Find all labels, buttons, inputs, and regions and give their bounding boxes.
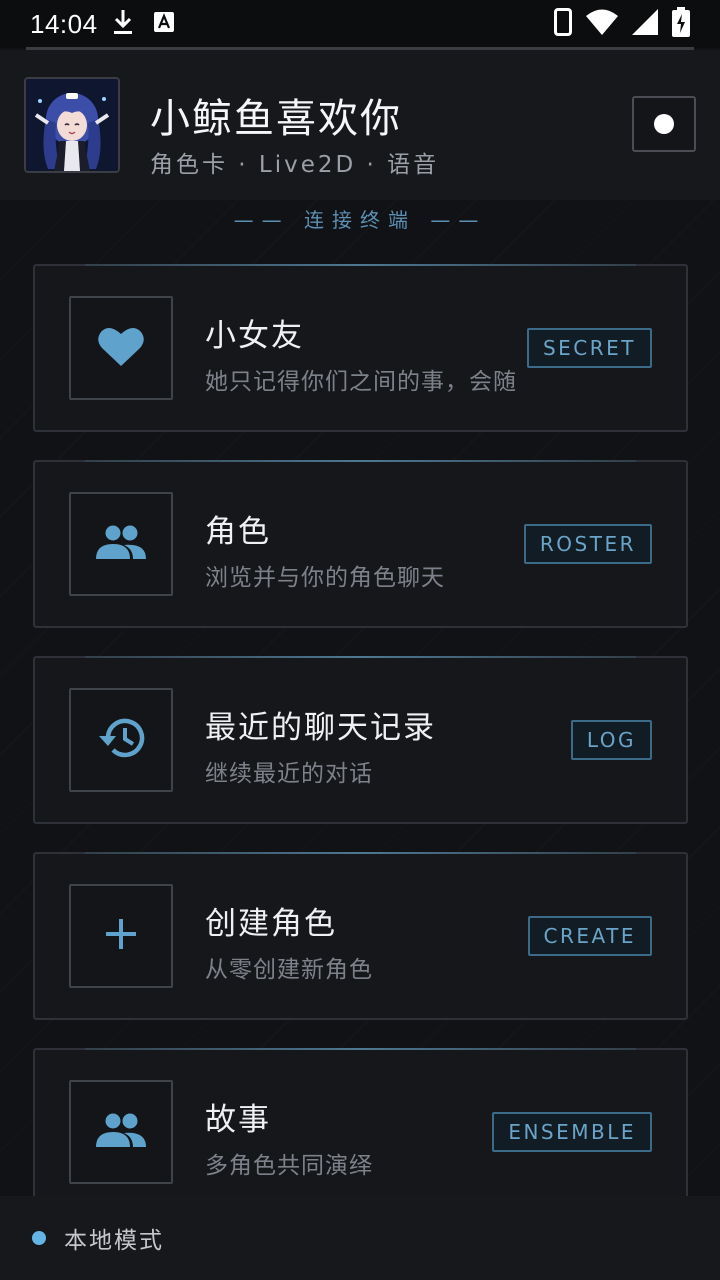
card-icon-box	[69, 1080, 173, 1184]
history-icon	[96, 715, 146, 765]
page-title: 小鲸鱼喜欢你	[150, 96, 402, 142]
people-icon	[96, 1113, 146, 1151]
card-icon-box	[69, 688, 173, 792]
section-label: —— 连接终端 ——	[233, 208, 487, 232]
card-description: 她只记得你们之间的事，会随	[205, 369, 517, 395]
card-icon-box	[69, 296, 173, 400]
page-subtitle: 角色卡 · Live2D · 语音	[150, 152, 440, 178]
card-girlfriend[interactable]: 小女友 她只记得你们之间的事，会随 SECRET	[33, 264, 688, 432]
card-badge: CREATE	[527, 916, 652, 956]
card-recent-chats[interactable]: 最近的聊天记录 继续最近的对话 LOG	[33, 656, 688, 824]
plus-icon	[104, 917, 138, 955]
card-title: 故事	[205, 1102, 271, 1138]
mode-label: 本地模式	[64, 1228, 164, 1254]
status-bar: 14:04	[0, 0, 720, 48]
card-story[interactable]: 故事 多角色共同演绎 ENSEMBLE	[33, 1048, 688, 1216]
dot-icon	[654, 114, 674, 134]
battery-charging-icon	[672, 7, 690, 41]
card-icon-box	[69, 492, 173, 596]
wifi-icon	[586, 9, 618, 39]
card-description: 浏览并与你的角色聊天	[205, 565, 445, 591]
download-icon	[112, 8, 134, 40]
heart-icon	[97, 324, 145, 372]
card-badge: ROSTER	[523, 524, 652, 564]
card-icon-box	[69, 884, 173, 988]
card-title: 创建角色	[205, 906, 337, 942]
card-badge: ENSEMBLE	[492, 1112, 652, 1152]
card-create-character[interactable]: 创建角色 从零创建新角色 CREATE	[33, 852, 688, 1020]
header: 小鲸鱼喜欢你 角色卡 · Live2D · 语音	[0, 50, 720, 200]
status-time: 14:04	[30, 8, 98, 39]
progress-line	[26, 47, 694, 50]
signal-icon	[632, 9, 658, 39]
card-badge: SECRET	[526, 328, 652, 368]
menu-button[interactable]	[632, 96, 696, 152]
text-a-icon	[153, 12, 174, 36]
card-description: 继续最近的对话	[205, 761, 373, 787]
card-title: 最近的聊天记录	[205, 710, 436, 746]
status-dot	[32, 1231, 46, 1245]
card-description: 从零创建新角色	[205, 957, 373, 983]
card-description: 多角色共同演绎	[205, 1153, 373, 1179]
character-avatar[interactable]	[24, 77, 120, 173]
people-icon	[96, 525, 146, 563]
phone-icon	[554, 8, 572, 40]
card-title: 角色	[205, 514, 271, 550]
card-characters[interactable]: 角色 浏览并与你的角色聊天 ROSTER	[33, 460, 688, 628]
card-badge: LOG	[570, 720, 652, 760]
footer-status: 本地模式	[0, 1196, 720, 1280]
card-title: 小女友	[205, 318, 304, 354]
